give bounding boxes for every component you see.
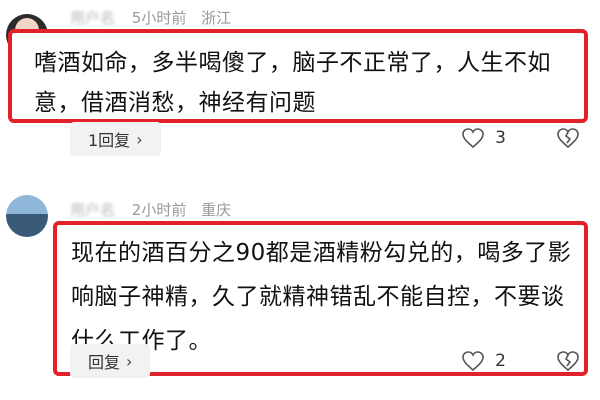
username[interactable]: 用户名: [70, 7, 115, 28]
comment-time: 5小时前: [131, 9, 187, 27]
heart-outline-icon[interactable]: [461, 350, 485, 372]
comment-actions: 3: [461, 127, 580, 149]
comment-text: 现在的酒百分之90都是酒精粉勾兑的，喝多了影响脑子神精，久了就精神错乱不能自控，…: [71, 240, 572, 354]
reply-button[interactable]: 回复 ›: [70, 344, 151, 378]
comment-time: 2小时前: [131, 201, 187, 219]
highlight-box: 嗜酒如命，多半喝傻了，脑子不正常了，人生不如意，借酒消愁，神经有问题: [8, 29, 588, 123]
comment-item: 用户名 5小时前 浙江 嗜酒如命，多半喝傻了，脑子不正常了，人生不如意，借酒消愁…: [0, 0, 600, 170]
like-count: 2: [495, 351, 506, 371]
like-count: 3: [495, 128, 506, 148]
reply-label: 1回复: [88, 131, 131, 150]
comment-meta: 用户名 5小时前 浙江: [70, 7, 241, 28]
heart-outline-icon[interactable]: [461, 127, 485, 149]
chevron-right-icon: ›: [126, 351, 133, 371]
broken-heart-icon[interactable]: [556, 127, 580, 149]
comment-actions: 2: [461, 350, 580, 372]
chevron-right-icon: ›: [136, 129, 143, 149]
comment-location: 重庆: [201, 201, 232, 219]
reply-label: 回复: [88, 353, 121, 372]
broken-heart-icon[interactable]: [556, 350, 580, 372]
comment-item: 用户名 2小时前 重庆 现在的酒百分之90都是酒精粉勾兑的，喝多了影响脑子神精，…: [0, 185, 600, 400]
comment-location: 浙江: [201, 9, 232, 27]
reply-button[interactable]: 1回复 ›: [70, 122, 161, 156]
comment-text: 嗜酒如命，多半喝傻了，脑子不正常了，人生不如意，借酒消愁，神经有问题: [34, 50, 551, 116]
avatar[interactable]: [6, 195, 48, 237]
comment-meta: 用户名 2小时前 重庆: [70, 199, 241, 220]
username[interactable]: 用户名: [70, 199, 115, 220]
